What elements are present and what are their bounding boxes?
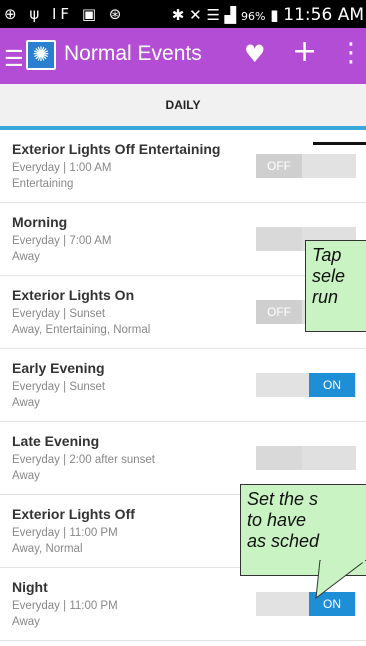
callout-top: Tap sele run bbox=[305, 240, 366, 332]
system-status: ✱ ✕ ☰ ▟ 96% ▮ 11:56 AM bbox=[172, 5, 364, 25]
event-schedule: Everyday | 2:00 after sunset bbox=[12, 454, 155, 466]
callout-line: to have bbox=[247, 510, 307, 530]
event-title: Morning bbox=[12, 214, 68, 230]
event-schedule: Everyday | 11:00 PM bbox=[12, 527, 118, 539]
event-title: Exterior Lights On bbox=[12, 287, 135, 303]
event-toggle[interactable]: OFF bbox=[256, 154, 356, 178]
event-schedule: Everyday | 1:00 AM bbox=[12, 162, 112, 174]
toggle-label: ON bbox=[309, 373, 355, 397]
event-title: Early Evening bbox=[12, 360, 105, 376]
page-title: Normal Events bbox=[64, 42, 202, 65]
tab-bar: DAILY bbox=[0, 84, 366, 130]
event-modes: Away, Normal bbox=[12, 543, 83, 555]
divider-mark bbox=[313, 142, 366, 145]
callout-line: run bbox=[312, 287, 339, 307]
event-schedule: Everyday | 11:00 PM bbox=[12, 600, 118, 612]
tab-daily[interactable]: DAILY bbox=[0, 98, 366, 112]
add-icon[interactable]: + bbox=[292, 34, 317, 69]
event-title: Night bbox=[12, 579, 48, 595]
event-modes: Away bbox=[12, 251, 40, 263]
event-schedule: Everyday | Sunset bbox=[12, 381, 106, 393]
event-row[interactable]: Exterior Lights Off Entertaining Everyday… bbox=[0, 130, 366, 203]
clock: 11:56 AM bbox=[283, 5, 364, 25]
drawer-icon[interactable]: ☰ bbox=[4, 46, 24, 72]
callout-pointer bbox=[315, 560, 366, 600]
event-title: Exterior Lights Off Entertaining bbox=[12, 141, 221, 157]
event-toggle[interactable] bbox=[256, 446, 356, 470]
callout-line: as sched bbox=[247, 531, 320, 551]
event-title: Late Evening bbox=[12, 433, 100, 449]
app-logo-icon: ✺ bbox=[26, 40, 56, 70]
event-modes: Away bbox=[12, 397, 40, 409]
battery-percent: 96% bbox=[241, 10, 266, 23]
event-schedule: Everyday | Sunset bbox=[12, 308, 106, 320]
toggle-knob bbox=[256, 446, 302, 470]
event-modes: Away, Entertaining, Normal bbox=[12, 324, 151, 336]
toggle-label: OFF bbox=[256, 300, 302, 324]
callout-line: Tap bbox=[312, 245, 342, 265]
favorite-icon[interactable]: ♥ bbox=[244, 40, 266, 68]
event-modes: Away bbox=[12, 470, 40, 482]
more-options-icon[interactable]: ⋮ bbox=[338, 38, 364, 68]
battery-icon: ▮ bbox=[270, 6, 279, 24]
event-modes: Away bbox=[12, 616, 40, 628]
toggle-label: OFF bbox=[256, 154, 302, 178]
app-bar: ☰ ✺ Normal Events ♥ + ⋮ bbox=[0, 28, 366, 84]
event-row[interactable]: Early Evening Everyday | Sunset Away ON bbox=[0, 349, 366, 422]
event-schedule: Everyday | 7:00 AM bbox=[12, 235, 112, 247]
event-title: Exterior Lights Off bbox=[12, 506, 135, 522]
callout-line: sele bbox=[312, 266, 346, 286]
callout-line: Set the s bbox=[247, 489, 319, 509]
system-icons: ✱ ✕ ☰ ▟ bbox=[171, 6, 237, 24]
event-toggle[interactable]: ON bbox=[256, 373, 356, 397]
status-bar: ⊕ ψ IF ▣ ⊛ ✱ ✕ ☰ ▟ 96% ▮ 11:56 AM bbox=[0, 0, 366, 28]
toggle-knob bbox=[256, 227, 302, 251]
event-modes: Entertaining bbox=[12, 178, 74, 190]
notification-icons: ⊕ ψ IF ▣ ⊛ bbox=[4, 5, 126, 23]
